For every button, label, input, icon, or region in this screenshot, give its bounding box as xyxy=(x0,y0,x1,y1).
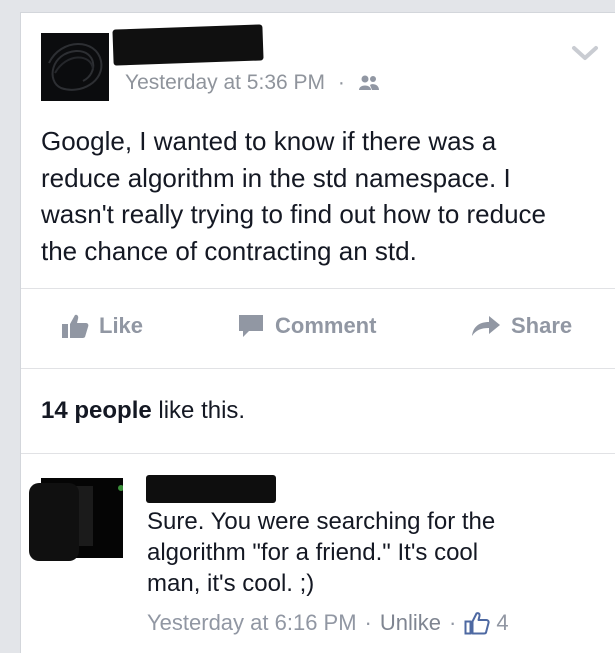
comment-like-count[interactable]: 4 xyxy=(496,610,508,636)
likes-count-link[interactable]: 14 people xyxy=(41,397,152,424)
chevron-down-icon[interactable] xyxy=(570,43,600,68)
comment-button[interactable]: Comment xyxy=(237,313,376,339)
post-meta: Yesterday at 5:36 PM · xyxy=(125,71,380,95)
comment-timestamp[interactable]: Yesterday at 6:16 PM xyxy=(147,610,357,636)
likes-summary: 14 people like this. xyxy=(41,397,245,425)
friends-icon[interactable] xyxy=(358,71,380,94)
comment-text: Sure. You were searching for the algorit… xyxy=(147,508,496,597)
post-text: Google, I wanted to know if there was a … xyxy=(41,126,547,266)
commenter-name-redacted xyxy=(146,475,276,503)
thumbs-up-outline-icon[interactable] xyxy=(464,611,490,635)
comment-label: Comment xyxy=(275,313,377,338)
post-timestamp[interactable]: Yesterday at 5:36 PM xyxy=(125,71,325,94)
author-name-redacted xyxy=(112,24,264,66)
author-avatar[interactable] xyxy=(41,33,109,101)
share-button[interactable]: Share xyxy=(471,313,572,339)
meta-separator: · xyxy=(449,610,457,635)
divider xyxy=(21,453,615,454)
like-label: Like xyxy=(99,313,144,338)
meta-separator: · xyxy=(337,71,345,94)
share-arrow-icon xyxy=(472,316,500,336)
commenter-avatar-redacted xyxy=(29,483,79,561)
thumbs-up-icon xyxy=(62,314,89,338)
comment-icon xyxy=(239,315,263,337)
divider xyxy=(21,288,615,289)
share-label: Share xyxy=(511,313,573,338)
likes-suffix: like this. xyxy=(151,397,246,424)
meta-separator: · xyxy=(364,610,372,635)
like-button[interactable]: Like xyxy=(61,313,143,339)
divider xyxy=(21,368,615,369)
unlike-link[interactable]: Unlike xyxy=(380,610,441,636)
post-card: Yesterday at 5:36 PM · Google, I wanted … xyxy=(20,12,615,653)
comment-meta: Yesterday at 6:16 PM · Unlike · 4 xyxy=(147,610,509,636)
